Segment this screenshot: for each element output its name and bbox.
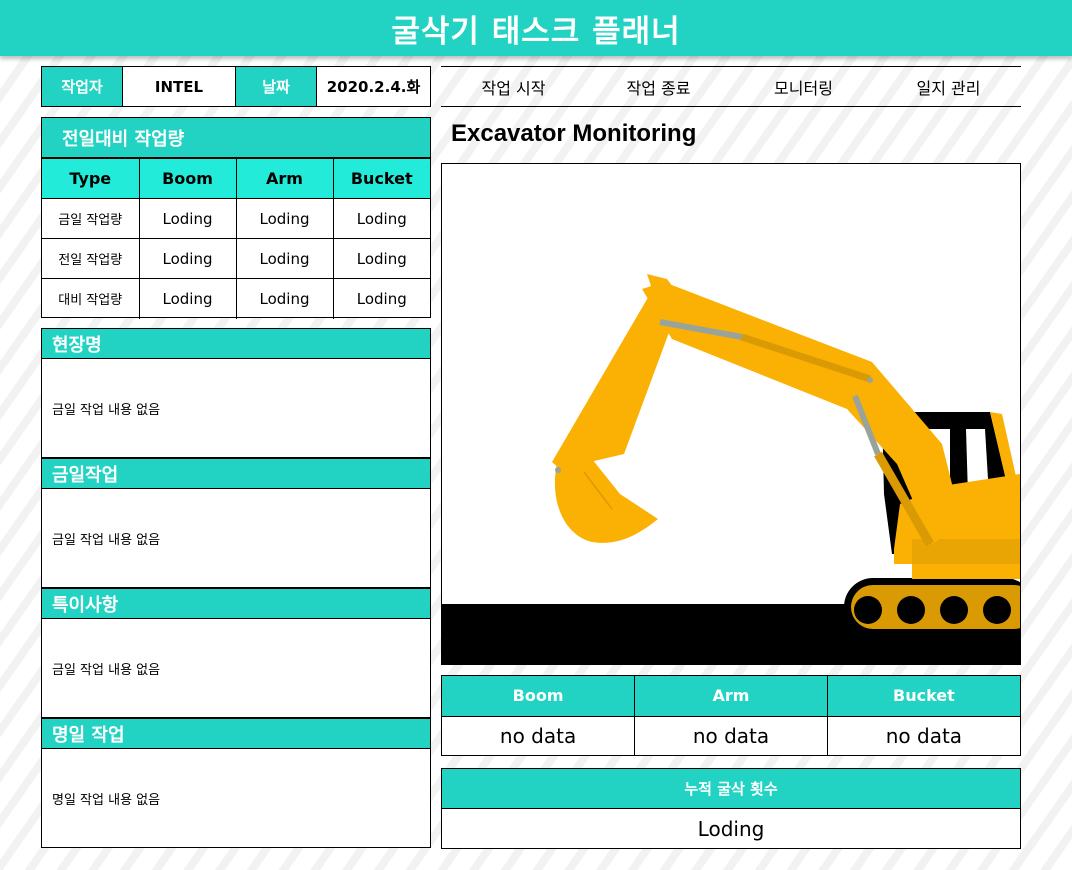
- joint-value-bucket: no data: [826, 715, 1020, 755]
- accumulated-dig-title: 누적 굴삭 횟수: [442, 769, 1020, 809]
- joint-header-row: Boom Arm Bucket: [442, 676, 1020, 717]
- cell-boom: Loding: [138, 278, 237, 319]
- tomorrow-work-title: 명일 작업: [42, 719, 430, 749]
- table-row: 대비 작업량 Loding Loding Loding: [42, 278, 430, 319]
- remarks-panel: 특이사항 금일 작업 내용 없음: [41, 588, 431, 718]
- site-name-panel: 현장명 금일 작업 내용 없음: [41, 328, 431, 458]
- table-header-row: Type Boom Arm Bucket: [42, 158, 430, 199]
- worker-value: INTEL: [122, 67, 236, 106]
- cell-arm: Loding: [235, 278, 334, 319]
- info-bar: 작업자 INTEL 날짜 2020.2.4.화: [41, 66, 431, 107]
- main-nav: 작업 시작 작업 종료 모니터링 일지 관리: [441, 66, 1021, 107]
- accumulated-dig-value: Loding: [697, 816, 765, 841]
- tomorrow-work-body: 명일 작업 내용 없음: [52, 792, 161, 808]
- header-boom: Boom: [138, 158, 237, 199]
- row-label: 금일 작업량: [42, 198, 140, 239]
- row-label: 대비 작업량: [42, 278, 140, 319]
- site-name-title: 현장명: [42, 329, 430, 359]
- joint-header-arm: Arm: [634, 676, 828, 717]
- cell-boom: Loding: [138, 238, 237, 279]
- today-work-panel: 금일작업 금일 작업 내용 없음: [41, 458, 431, 588]
- remarks-title: 특이사항: [42, 589, 430, 619]
- header-type: Type: [42, 158, 140, 199]
- dipper-arm: [552, 282, 684, 469]
- excavator-monitor: [441, 163, 1021, 665]
- cell-arm: Loding: [235, 198, 334, 239]
- nav-start-work[interactable]: 작업 시작: [441, 67, 586, 106]
- track-wheel: [897, 596, 925, 624]
- joint-value-arm: no data: [634, 715, 828, 755]
- cell-bucket: Loding: [332, 278, 430, 319]
- accumulated-dig-panel: 누적 굴삭 횟수 Loding: [441, 768, 1021, 849]
- cell-boom: Loding: [138, 198, 237, 239]
- bucket-pin: [555, 467, 561, 473]
- remarks-body: 금일 작업 내용 없음: [52, 662, 161, 678]
- cell-arm: Loding: [235, 238, 334, 279]
- comparison-table: Type Boom Arm Bucket 금일 작업량 Loding Lodin…: [42, 158, 430, 319]
- nav-end-work[interactable]: 작업 종료: [586, 67, 731, 106]
- today-work-title: 금일작업: [42, 459, 430, 489]
- today-work-body: 금일 작업 내용 없음: [52, 532, 161, 548]
- comparison-title: 전일대비 작업량: [42, 118, 430, 158]
- table-row: 전일 작업량 Loding Loding Loding: [42, 238, 430, 279]
- cell-bucket: Loding: [332, 238, 430, 279]
- track-wheel: [983, 596, 1011, 624]
- worker-label: 작업자: [42, 67, 122, 106]
- joint-status-table: Boom Arm Bucket no data no data no data: [442, 676, 1020, 755]
- date-label: 날짜: [236, 67, 316, 106]
- site-name-body: 금일 작업 내용 없음: [52, 402, 161, 418]
- track-wheel: [940, 596, 968, 624]
- comparison-panel: 전일대비 작업량 Type Boom Arm Bucket 금일 작업량 Lod…: [41, 117, 431, 319]
- joint-status-panel: Boom Arm Bucket no data no data no data: [441, 675, 1021, 756]
- app-title: 굴삭기 태스크 플래너: [391, 13, 681, 50]
- app-header: 굴삭기 태스크 플래너: [0, 0, 1072, 56]
- nav-log-management[interactable]: 일지 관리: [876, 67, 1021, 106]
- track-wheel: [854, 596, 882, 624]
- table-row: 금일 작업량 Loding Loding Loding: [42, 198, 430, 239]
- joint-header-boom: Boom: [442, 676, 636, 717]
- excavator-illustration: [442, 274, 1020, 664]
- date-value: 2020.2.4.화: [316, 67, 430, 106]
- monitor-title: Excavator Monitoring: [451, 120, 697, 147]
- tomorrow-work-panel: 명일 작업 명일 작업 내용 없음: [41, 718, 431, 848]
- joint-header-bucket: Bucket: [826, 676, 1020, 717]
- row-label: 전일 작업량: [42, 238, 140, 279]
- boom-pin: [867, 377, 873, 383]
- joint-value-row: no data no data no data: [442, 715, 1020, 755]
- nav-monitoring[interactable]: 모니터링: [731, 67, 876, 106]
- header-arm: Arm: [235, 158, 334, 199]
- header-bucket: Bucket: [332, 158, 430, 199]
- cell-bucket: Loding: [332, 198, 430, 239]
- joint-value-boom: no data: [442, 715, 636, 755]
- undercarriage: [912, 562, 1020, 579]
